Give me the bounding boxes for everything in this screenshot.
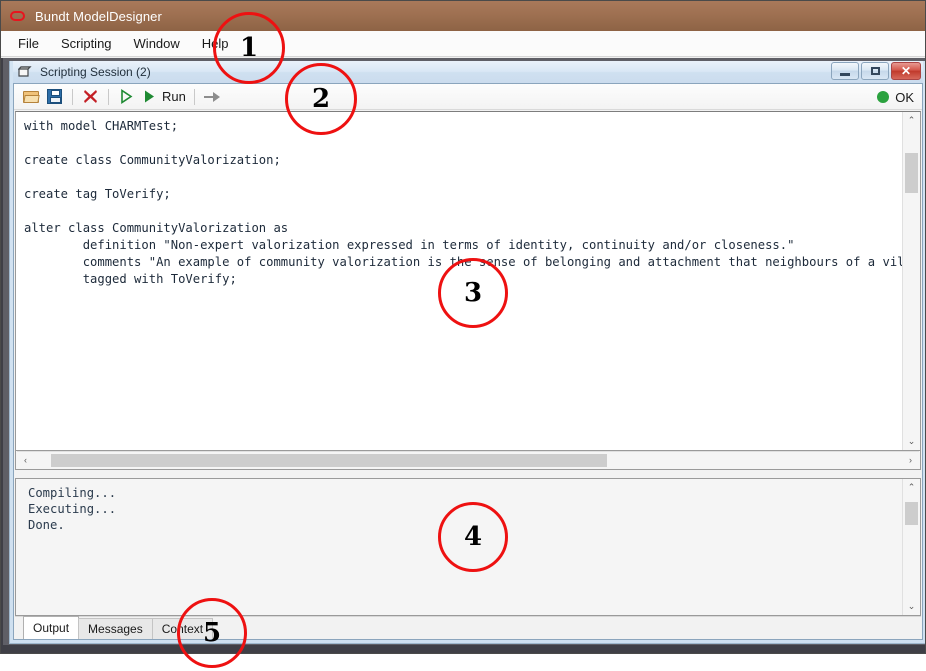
scroll-down-icon[interactable]: ⌄ bbox=[903, 433, 920, 450]
app-oval-icon bbox=[9, 8, 27, 24]
script-document-icon bbox=[17, 64, 34, 80]
close-glyph: ✕ bbox=[900, 64, 912, 78]
menu-item-scripting[interactable]: Scripting bbox=[50, 33, 123, 54]
open-folder-icon bbox=[22, 90, 40, 104]
scrollbar-thumb[interactable] bbox=[51, 454, 607, 467]
menu-bar: File Scripting Window Help bbox=[1, 31, 925, 57]
play-outline-icon bbox=[120, 89, 132, 104]
annotation-marker-1: 1 bbox=[213, 12, 285, 84]
red-x-icon bbox=[83, 90, 97, 103]
script-editor-vertical-scrollbar[interactable]: ⌃ ⌄ bbox=[902, 112, 920, 450]
annotation-marker-5: 5 bbox=[177, 598, 247, 668]
play-filled-icon bbox=[144, 90, 154, 103]
minimize-icon[interactable] bbox=[831, 62, 859, 80]
tab-output[interactable]: Output bbox=[23, 616, 80, 639]
run-button[interactable]: Run bbox=[162, 89, 186, 104]
application-title: Bundt ModelDesigner bbox=[35, 8, 162, 24]
scripting-session-title-bar[interactable]: Scripting Session (2) ✕ bbox=[13, 61, 923, 83]
scripting-toolbar: Run OK bbox=[14, 84, 922, 110]
scrollbar-thumb[interactable] bbox=[905, 153, 918, 193]
output-vertical-scrollbar[interactable]: ⌃ ⌄ bbox=[902, 479, 920, 615]
save-floppy-icon bbox=[46, 89, 62, 104]
status-indicator-dot bbox=[877, 91, 890, 103]
arrow-right-icon bbox=[203, 91, 220, 103]
session-status: OK bbox=[877, 84, 914, 110]
save-script-button[interactable] bbox=[43, 86, 65, 108]
scripting-session-title: Scripting Session (2) bbox=[40, 65, 151, 79]
continue-button[interactable] bbox=[201, 86, 223, 108]
script-editor-horizontal-scrollbar[interactable]: ‹ › bbox=[17, 451, 919, 469]
scroll-right-icon[interactable]: › bbox=[902, 452, 919, 469]
annotation-marker-4: 4 bbox=[438, 502, 508, 572]
status-badge: OK bbox=[895, 89, 914, 105]
open-script-button[interactable] bbox=[20, 86, 42, 108]
scroll-up-icon[interactable]: ⌃ bbox=[903, 112, 920, 129]
annotation-marker-3: 3 bbox=[438, 258, 508, 328]
scroll-up-icon[interactable]: ⌃ bbox=[903, 479, 920, 496]
annotation-marker-2: 2 bbox=[285, 63, 357, 135]
menu-item-file[interactable]: File bbox=[7, 33, 50, 54]
script-editor-hscroll-container: ‹ › bbox=[15, 451, 921, 470]
clear-script-button[interactable] bbox=[79, 86, 101, 108]
scroll-left-icon[interactable]: ‹ bbox=[17, 452, 34, 469]
application-title-bar: Bundt ModelDesigner bbox=[1, 1, 925, 31]
toolbar-separator-2 bbox=[108, 88, 109, 105]
toolbar-separator-3 bbox=[193, 88, 195, 105]
window-controls: ✕ bbox=[831, 62, 921, 80]
toolbar-separator-1 bbox=[72, 88, 73, 105]
output-tabs: Output Messages Context bbox=[15, 616, 921, 639]
step-button[interactable] bbox=[115, 86, 137, 108]
scrollbar-thumb[interactable] bbox=[905, 502, 918, 525]
tab-messages[interactable]: Messages bbox=[78, 618, 153, 639]
screenshot-root: Bundt ModelDesigner File Scripting Windo… bbox=[0, 0, 926, 671]
menu-item-window[interactable]: Window bbox=[123, 33, 191, 54]
scroll-down-icon[interactable]: ⌄ bbox=[903, 598, 920, 615]
close-icon[interactable]: ✕ bbox=[891, 62, 921, 80]
maximize-icon[interactable] bbox=[861, 62, 889, 80]
run-button-icon-wrap[interactable] bbox=[138, 86, 160, 108]
